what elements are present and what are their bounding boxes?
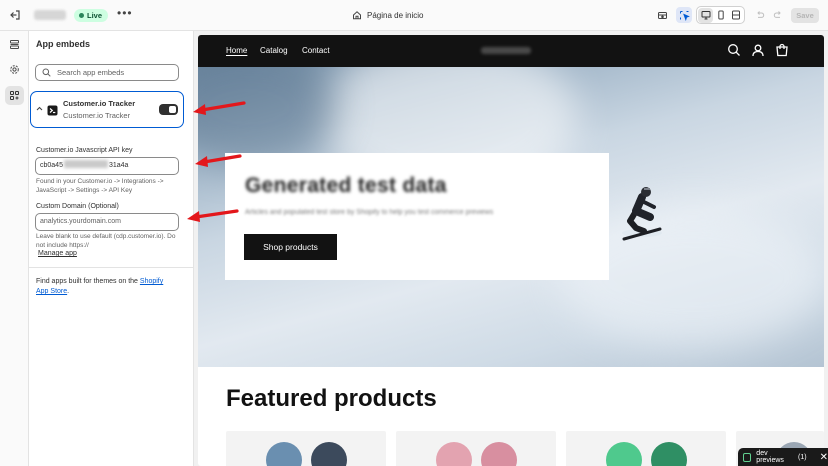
panel-title: App embeds: [36, 39, 91, 49]
manage-app-link[interactable]: Manage app: [38, 250, 77, 257]
hero-text-card: Generated test data Articles and populat…: [225, 153, 609, 280]
embed-enabled-toggle[interactable]: [159, 104, 178, 115]
annotation-arrow-icon: [195, 154, 242, 167]
undo-icon[interactable]: [752, 7, 768, 23]
search-placeholder: Search app embeds: [57, 68, 125, 77]
app-store-note: Find apps built for themes on the Shopif…: [36, 278, 164, 295]
save-button[interactable]: Save: [791, 8, 819, 23]
product-image: [481, 442, 517, 466]
exit-icon[interactable]: [8, 9, 21, 22]
product-image: [266, 442, 302, 466]
product-card[interactable]: [396, 431, 556, 466]
snowboarder-image: [622, 187, 662, 241]
embed-subtitle: Customer.io Tracker: [63, 111, 131, 120]
app-embeds-panel: App embeds Search app embeds Customer.io…: [29, 31, 194, 466]
store-preview: Home Catalog Contact Generated test data…: [198, 35, 824, 466]
sections-icon[interactable]: [5, 35, 24, 54]
more-actions-icon[interactable]: •••: [117, 7, 132, 21]
dev-previews-bubble[interactable]: dev previews (1) ✕: [738, 448, 828, 466]
annotation-arrow-icon: [193, 101, 246, 115]
featured-products-heading: Featured products: [226, 385, 437, 412]
api-key-help: Found in your Customer.io -> Integration…: [36, 178, 164, 194]
hero-banner: Generated test data Articles and populat…: [198, 67, 824, 367]
divider: [29, 267, 193, 268]
annotation-arrow-icon: [187, 209, 239, 222]
product-image: [651, 442, 687, 466]
theme-name-blurred: [34, 10, 66, 20]
customerio-logo-icon: [47, 105, 58, 116]
live-badge: Live: [74, 9, 109, 22]
fullscreen-icon[interactable]: [728, 8, 743, 23]
inspector-icon[interactable]: [676, 7, 692, 23]
custom-domain-field[interactable]: analytics.yourdomain.com: [35, 213, 179, 231]
preview-icon: [743, 452, 752, 462]
api-key-label: Customer.io Javascript API key: [36, 147, 133, 154]
chevron-up-icon[interactable]: [35, 104, 44, 113]
close-icon[interactable]: ✕: [820, 452, 828, 463]
domain-label: Custom Domain (Optional): [36, 203, 119, 210]
theme-settings-gear-icon[interactable]: [5, 60, 24, 79]
embed-card-customerio[interactable]: Customer.io Tracker Customer.io Tracker: [30, 91, 184, 128]
domain-help: Leave blank to use default (cdp.customer…: [36, 233, 176, 249]
home-icon: [353, 11, 361, 20]
product-image: [311, 442, 347, 466]
app-embeds-icon[interactable]: [5, 86, 24, 105]
redacted-value: [63, 160, 108, 168]
nav-home[interactable]: Home: [226, 46, 247, 55]
topbar-tools: [654, 7, 692, 23]
mobile-icon[interactable]: [713, 8, 728, 23]
product-card[interactable]: [566, 431, 726, 466]
product-card[interactable]: [226, 431, 386, 466]
desktop-icon[interactable]: [698, 7, 713, 23]
search-icon: [42, 68, 51, 77]
shop-products-button[interactable]: Shop products: [244, 234, 337, 260]
editor-rail: [0, 31, 29, 466]
product-image: [606, 442, 642, 466]
embed-name: Customer.io Tracker: [63, 99, 136, 108]
editor-topbar: Live ••• Página de inicio Save: [0, 0, 828, 31]
page-selector[interactable]: Página de inicio: [352, 8, 423, 22]
store-header: Home Catalog Contact: [198, 35, 824, 67]
history-tools: [752, 7, 786, 23]
nav-contact[interactable]: Contact: [302, 46, 330, 55]
hero-subtitle: Articles and populated test store by Sho…: [245, 209, 494, 216]
cart-icon[interactable]: [775, 43, 789, 57]
api-key-field[interactable]: cb0a45 31a4a: [35, 157, 179, 175]
nav-catalog[interactable]: Catalog: [260, 46, 288, 55]
device-switcher: [696, 6, 745, 24]
product-image: [436, 442, 472, 466]
live-dot-icon: [79, 13, 84, 18]
account-icon[interactable]: [751, 43, 765, 57]
search-icon[interactable]: [727, 43, 741, 57]
theme-settings-icon[interactable]: [654, 7, 670, 23]
hero-title: Generated test data: [245, 174, 447, 197]
redo-icon[interactable]: [770, 7, 786, 23]
store-logo-blurred: [481, 47, 531, 54]
search-input[interactable]: Search app embeds: [35, 64, 179, 81]
